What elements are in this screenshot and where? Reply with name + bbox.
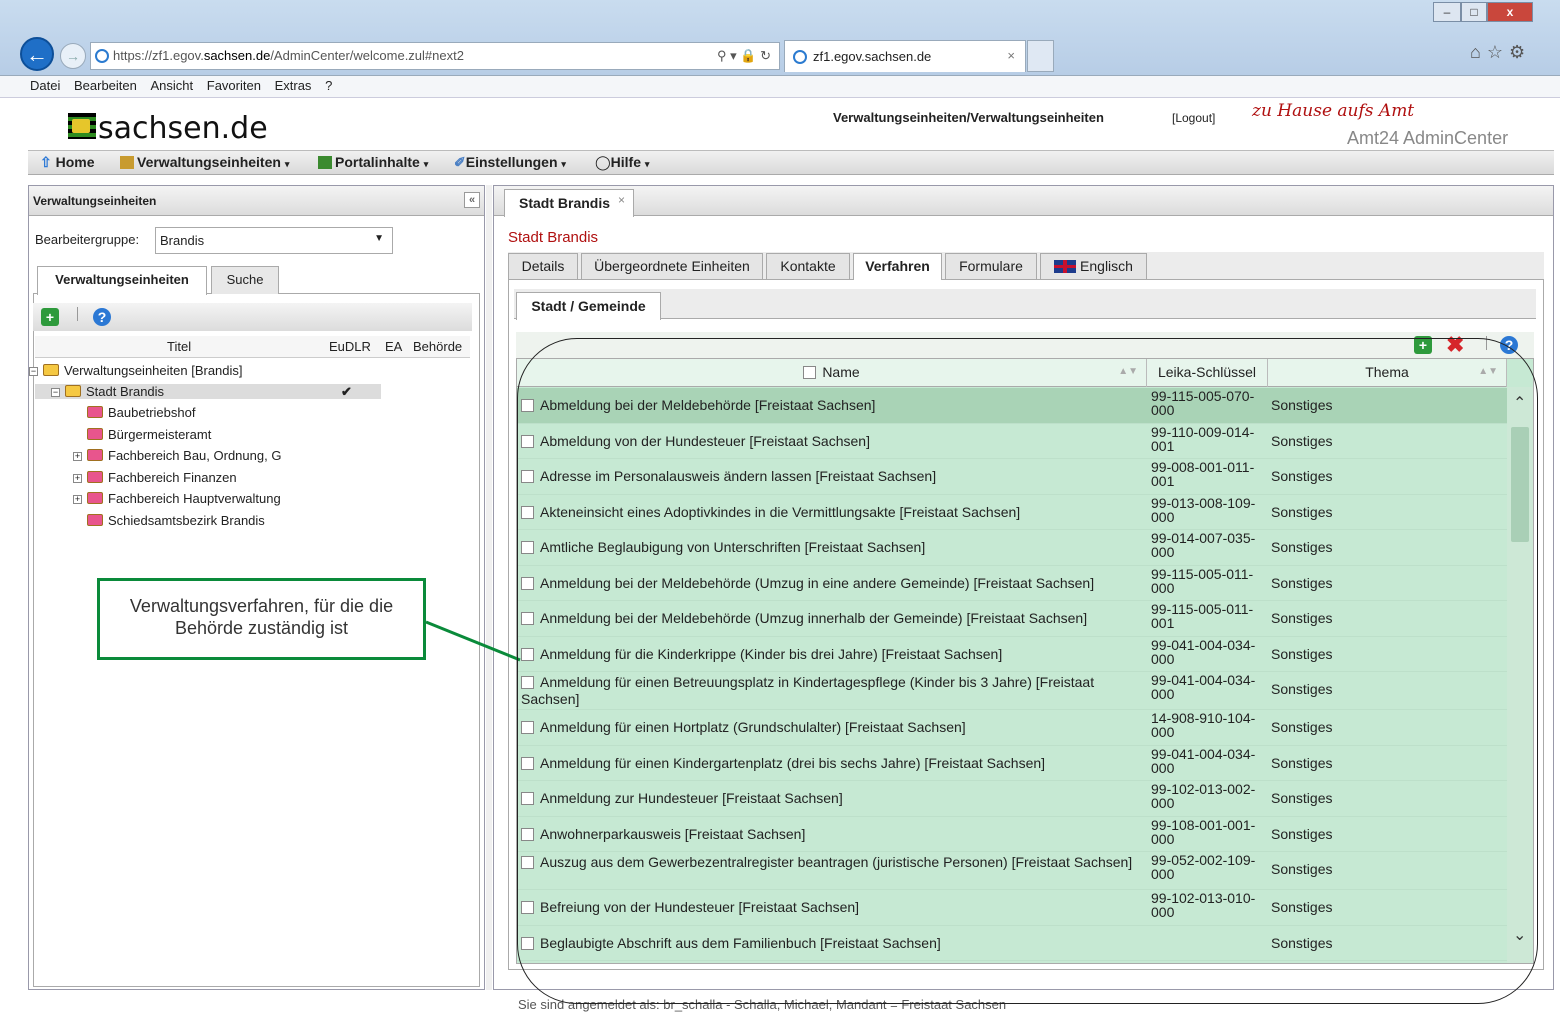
callout-box: Verwaltungsverfahren, für die die Behörd… — [97, 578, 426, 660]
callout-connector — [425, 620, 521, 662]
highlight-outline — [517, 338, 1538, 1004]
